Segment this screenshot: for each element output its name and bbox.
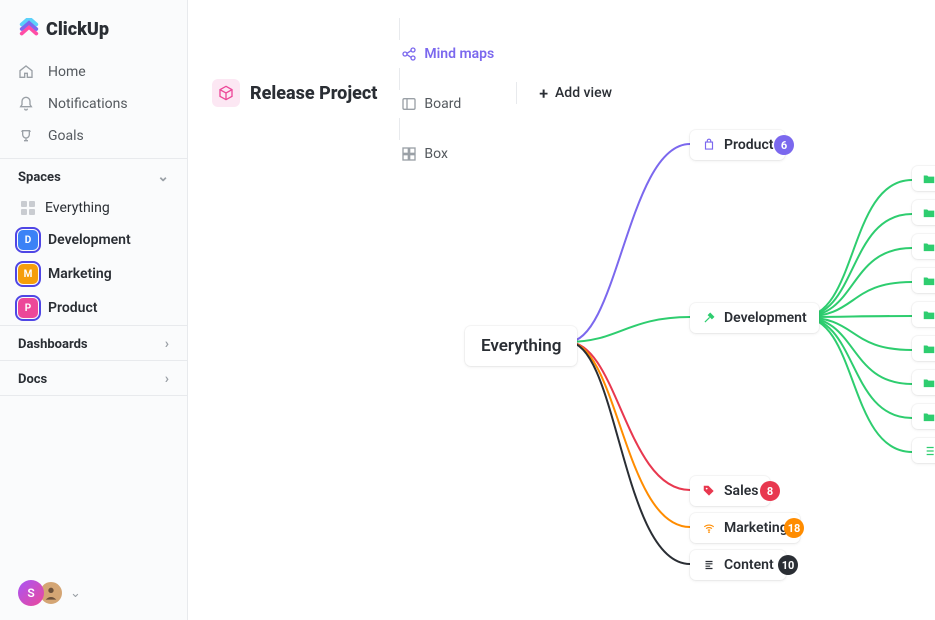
chevron-down-icon: ⌄ <box>70 586 81 601</box>
node-product[interactable]: Product <box>690 130 785 160</box>
trophy-icon <box>18 128 34 144</box>
chevron-down-icon: ⌄ <box>157 169 169 185</box>
space-label: Marketing <box>48 266 112 282</box>
space-letter-icon: P <box>18 298 38 318</box>
count-badge: 8 <box>760 481 780 501</box>
everything-label: Everything <box>45 200 110 216</box>
logo[interactable]: ClickUp <box>0 0 187 50</box>
folder-icon <box>922 274 935 288</box>
nav-home[interactable]: Home <box>0 56 187 88</box>
docs-label: Docs <box>18 372 47 387</box>
nav-goals[interactable]: Goals <box>0 120 187 152</box>
space-label: Product <box>48 300 97 316</box>
folder-icon <box>922 342 935 356</box>
node-development[interactable]: Development <box>690 303 819 333</box>
home-icon <box>18 64 34 80</box>
bag-icon <box>702 138 716 152</box>
mindmap-root[interactable]: Everything <box>465 326 577 366</box>
node-ios[interactable]: iOS <box>912 370 935 395</box>
wifi-icon <box>702 521 716 535</box>
folder-icon <box>922 308 935 322</box>
count-badge: 6 <box>774 135 794 155</box>
node-tooling[interactable]: Tooling <box>912 268 935 293</box>
doc-icon <box>702 558 716 572</box>
node-roadmap[interactable]: Roadmap <box>912 166 935 191</box>
space-letter-icon: M <box>18 264 38 284</box>
chevron-right-icon: › <box>165 336 169 352</box>
node-android[interactable]: Android <box>912 404 935 429</box>
footer-avatars[interactable]: S ⌄ <box>0 566 187 620</box>
grid-icon <box>21 201 35 215</box>
space-marketing[interactable]: M Marketing <box>0 257 187 291</box>
node-analytics[interactable]: Analytics <box>912 336 935 361</box>
clickup-icon <box>18 18 40 40</box>
node-sales[interactable]: Sales <box>690 476 770 506</box>
spaces-header[interactable]: Spaces ⌄ <box>0 158 187 193</box>
divider <box>399 18 400 40</box>
logo-text: ClickUp <box>46 19 109 40</box>
folder-icon <box>922 410 935 424</box>
spaces-header-label: Spaces <box>18 170 61 185</box>
bell-icon <box>18 96 34 112</box>
nav-label: Goals <box>48 128 84 144</box>
node-label: Marketing <box>724 520 788 536</box>
node-sprints[interactable]: Sprints <box>912 234 935 259</box>
dashboards-header[interactable]: Dashboards › <box>0 325 187 360</box>
avatar-s: S <box>18 580 44 606</box>
count-badge: 18 <box>784 518 804 538</box>
nav-label: Notifications <box>48 96 128 112</box>
space-letter-icon: D <box>18 230 38 250</box>
node-label: Product <box>724 137 773 153</box>
space-label: Development <box>48 232 131 248</box>
nav-label: Home <box>48 64 86 80</box>
folder-icon <box>922 172 935 186</box>
nav-notifications[interactable]: Notifications <box>0 88 187 120</box>
folder-icon <box>922 240 935 254</box>
docs-header[interactable]: Docs › <box>0 360 187 395</box>
node-label: Development <box>724 310 807 326</box>
node-automation[interactable]: Automation <box>912 200 935 225</box>
space-development[interactable]: D Development <box>0 223 187 257</box>
root-label: Everything <box>481 336 561 356</box>
node-label: Sales <box>724 483 758 499</box>
tag-icon <box>702 484 716 498</box>
hammer-icon <box>702 311 716 325</box>
node-qa[interactable]: QA <box>912 302 935 327</box>
node-content[interactable]: Content <box>690 550 786 580</box>
node-label: Content <box>724 557 774 573</box>
folder-icon <box>922 376 935 390</box>
dashboards-label: Dashboards <box>18 337 88 352</box>
sidebar-everything[interactable]: Everything <box>0 193 187 223</box>
node-notes[interactable]: Notes <box>912 438 935 463</box>
count-badge: 10 <box>778 555 798 575</box>
space-product[interactable]: P Product <box>0 291 187 325</box>
list-icon <box>922 444 935 458</box>
folder-icon <box>922 206 935 220</box>
chevron-right-icon: › <box>165 371 169 387</box>
